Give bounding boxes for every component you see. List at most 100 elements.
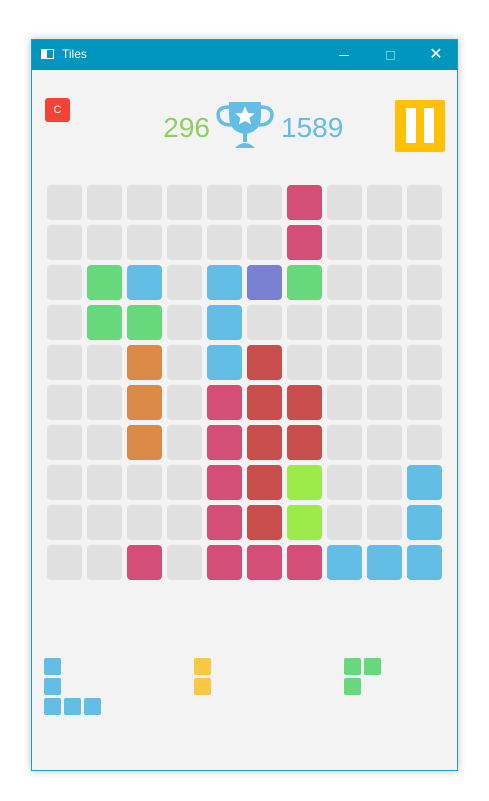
- next-piece-3[interactable]: [344, 658, 384, 698]
- board-cell-empty[interactable]: [367, 225, 402, 260]
- board-cell-empty[interactable]: [327, 305, 362, 340]
- board-cell-empty[interactable]: [407, 185, 442, 220]
- board-cell-filled[interactable]: [247, 425, 282, 460]
- board-cell-filled[interactable]: [127, 545, 162, 580]
- board-cell-empty[interactable]: [167, 345, 202, 380]
- board-cell-empty[interactable]: [87, 345, 122, 380]
- board-cell-empty[interactable]: [167, 505, 202, 540]
- board-cell-filled[interactable]: [207, 345, 242, 380]
- board-cell-empty[interactable]: [327, 385, 362, 420]
- board-cell-filled[interactable]: [207, 465, 242, 500]
- game-board[interactable]: [47, 185, 445, 583]
- board-cell-filled[interactable]: [247, 505, 282, 540]
- board-cell-filled[interactable]: [407, 465, 442, 500]
- board-cell-empty[interactable]: [327, 425, 362, 460]
- board-cell-empty[interactable]: [127, 225, 162, 260]
- board-cell-filled[interactable]: [247, 545, 282, 580]
- board-cell-empty[interactable]: [87, 465, 122, 500]
- board-cell-empty[interactable]: [327, 505, 362, 540]
- board-cell-empty[interactable]: [407, 345, 442, 380]
- board-cell-filled[interactable]: [287, 265, 322, 300]
- board-cell-filled[interactable]: [207, 385, 242, 420]
- board-cell-filled[interactable]: [207, 505, 242, 540]
- board-cell-filled[interactable]: [287, 225, 322, 260]
- board-cell-filled[interactable]: [327, 545, 362, 580]
- board-cell-empty[interactable]: [247, 305, 282, 340]
- board-cell-empty[interactable]: [47, 385, 82, 420]
- board-cell-filled[interactable]: [287, 465, 322, 500]
- minimize-button[interactable]: [321, 40, 367, 70]
- board-cell-filled[interactable]: [287, 505, 322, 540]
- board-cell-filled[interactable]: [247, 265, 282, 300]
- board-cell-empty[interactable]: [367, 345, 402, 380]
- board-cell-filled[interactable]: [207, 545, 242, 580]
- board-cell-filled[interactable]: [247, 385, 282, 420]
- board-cell-empty[interactable]: [407, 305, 442, 340]
- board-cell-filled[interactable]: [127, 385, 162, 420]
- board-cell-empty[interactable]: [87, 425, 122, 460]
- board-cell-empty[interactable]: [367, 465, 402, 500]
- board-cell-empty[interactable]: [327, 465, 362, 500]
- title-bar[interactable]: Tiles ✕: [32, 40, 457, 70]
- board-cell-filled[interactable]: [287, 545, 322, 580]
- board-cell-empty[interactable]: [47, 305, 82, 340]
- board-cell-empty[interactable]: [87, 225, 122, 260]
- board-cell-empty[interactable]: [327, 185, 362, 220]
- board-cell-empty[interactable]: [167, 225, 202, 260]
- board-cell-empty[interactable]: [87, 185, 122, 220]
- board-cell-empty[interactable]: [167, 305, 202, 340]
- close-button[interactable]: ✕: [413, 40, 459, 70]
- board-cell-filled[interactable]: [287, 185, 322, 220]
- board-cell-filled[interactable]: [247, 345, 282, 380]
- board-cell-empty[interactable]: [207, 185, 242, 220]
- board-cell-empty[interactable]: [407, 225, 442, 260]
- board-cell-empty[interactable]: [327, 265, 362, 300]
- board-cell-empty[interactable]: [47, 185, 82, 220]
- board-cell-empty[interactable]: [87, 545, 122, 580]
- board-cell-empty[interactable]: [247, 185, 282, 220]
- board-cell-empty[interactable]: [367, 265, 402, 300]
- board-cell-empty[interactable]: [407, 265, 442, 300]
- board-cell-filled[interactable]: [127, 345, 162, 380]
- board-cell-empty[interactable]: [47, 425, 82, 460]
- board-cell-empty[interactable]: [167, 185, 202, 220]
- board-cell-empty[interactable]: [47, 345, 82, 380]
- board-cell-filled[interactable]: [287, 425, 322, 460]
- board-cell-empty[interactable]: [87, 505, 122, 540]
- board-cell-filled[interactable]: [287, 385, 322, 420]
- board-cell-filled[interactable]: [407, 545, 442, 580]
- board-cell-empty[interactable]: [367, 385, 402, 420]
- board-cell-filled[interactable]: [87, 265, 122, 300]
- board-cell-filled[interactable]: [207, 425, 242, 460]
- board-cell-empty[interactable]: [47, 505, 82, 540]
- board-cell-empty[interactable]: [327, 225, 362, 260]
- board-cell-empty[interactable]: [287, 305, 322, 340]
- next-piece-1[interactable]: [44, 658, 104, 718]
- board-cell-empty[interactable]: [127, 505, 162, 540]
- board-cell-empty[interactable]: [47, 465, 82, 500]
- pause-button[interactable]: [395, 100, 445, 152]
- next-piece-2[interactable]: [194, 658, 214, 698]
- board-cell-empty[interactable]: [167, 385, 202, 420]
- board-cell-empty[interactable]: [367, 425, 402, 460]
- board-cell-empty[interactable]: [167, 425, 202, 460]
- board-cell-empty[interactable]: [407, 425, 442, 460]
- board-cell-empty[interactable]: [167, 545, 202, 580]
- reset-button[interactable]: C: [45, 98, 70, 122]
- board-cell-empty[interactable]: [367, 505, 402, 540]
- board-cell-filled[interactable]: [127, 305, 162, 340]
- board-cell-empty[interactable]: [127, 465, 162, 500]
- board-cell-empty[interactable]: [367, 305, 402, 340]
- board-cell-filled[interactable]: [247, 465, 282, 500]
- board-cell-empty[interactable]: [47, 265, 82, 300]
- board-cell-empty[interactable]: [127, 185, 162, 220]
- board-cell-empty[interactable]: [247, 225, 282, 260]
- board-cell-filled[interactable]: [367, 545, 402, 580]
- board-cell-empty[interactable]: [167, 265, 202, 300]
- board-cell-empty[interactable]: [287, 345, 322, 380]
- board-cell-empty[interactable]: [407, 385, 442, 420]
- board-cell-filled[interactable]: [87, 305, 122, 340]
- board-cell-filled[interactable]: [127, 265, 162, 300]
- board-cell-empty[interactable]: [207, 225, 242, 260]
- board-cell-empty[interactable]: [167, 465, 202, 500]
